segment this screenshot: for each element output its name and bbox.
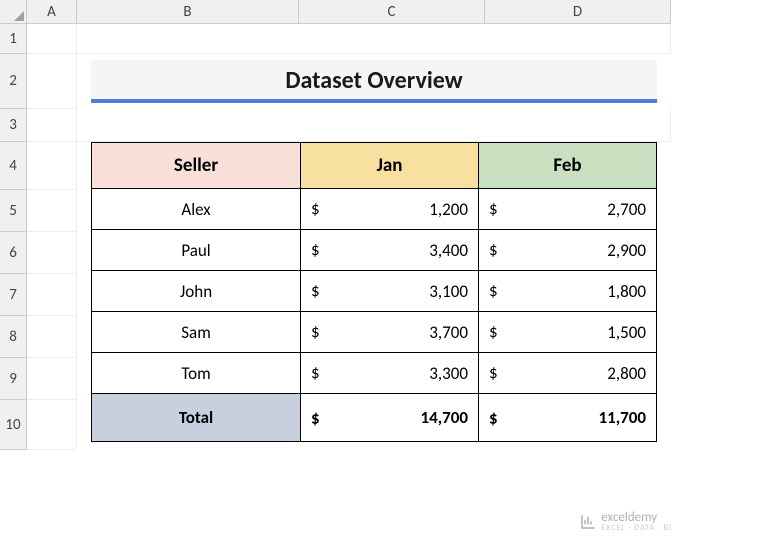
currency-symbol: $: [311, 322, 320, 343]
cell-value: 2,700: [607, 199, 646, 220]
row-head-4[interactable]: 4: [0, 142, 27, 190]
cell-total-feb[interactable]: $11,700: [479, 394, 657, 442]
table-row: Alex $1,200 $2,700: [92, 189, 657, 230]
cell-a5[interactable]: [27, 190, 77, 232]
cell-b3-d3[interactable]: [77, 109, 671, 142]
cell-seller[interactable]: John: [92, 271, 301, 312]
cell-feb[interactable]: $1,500: [479, 312, 657, 353]
table-total-row: Total $14,700 $11,700: [92, 394, 657, 442]
row-head-3[interactable]: 3: [0, 109, 27, 142]
currency-symbol: $: [311, 407, 320, 428]
col-head-b[interactable]: B: [77, 0, 299, 24]
cell-value: 3,300: [429, 363, 468, 384]
header-jan[interactable]: Jan: [301, 143, 479, 189]
data-table-container: Seller Jan Feb Alex $1,200 $2,700 Paul $…: [77, 142, 671, 450]
cell-value: 1,200: [429, 199, 468, 220]
currency-symbol: $: [489, 199, 498, 220]
currency-symbol: $: [489, 281, 498, 302]
table-row: John $3,100 $1,800: [92, 271, 657, 312]
cell-value: 2,800: [607, 363, 646, 384]
col-head-d[interactable]: D: [485, 0, 671, 24]
cell-seller[interactable]: Paul: [92, 230, 301, 271]
header-seller[interactable]: Seller: [92, 143, 301, 189]
cell-jan[interactable]: $3,700: [301, 312, 479, 353]
spreadsheet-grid: A B C D 1 2 Dataset Overview 3 4 5 6 7 8…: [0, 0, 767, 450]
cell-value: 2,900: [607, 240, 646, 261]
cell-value: 3,700: [429, 322, 468, 343]
cell-jan[interactable]: $3,300: [301, 353, 479, 394]
cell-a2[interactable]: [27, 54, 77, 109]
cell-jan[interactable]: $1,200: [301, 189, 479, 230]
currency-symbol: $: [311, 363, 320, 384]
table-header-row: Seller Jan Feb: [92, 143, 657, 189]
table-row: Sam $3,700 $1,500: [92, 312, 657, 353]
row-head-10[interactable]: 10: [0, 400, 27, 450]
cell-jan[interactable]: $3,100: [301, 271, 479, 312]
page-title: Dataset Overview: [91, 60, 657, 103]
cell-a10[interactable]: [27, 400, 77, 450]
select-all-corner[interactable]: [0, 0, 27, 24]
cell-value: 1,800: [607, 281, 646, 302]
watermark-sub: EXCEL · DATA · BI: [601, 523, 672, 533]
row-head-2[interactable]: 2: [0, 54, 27, 109]
chart-icon: [579, 513, 597, 531]
currency-symbol: $: [311, 281, 320, 302]
col-head-a[interactable]: A: [27, 0, 77, 24]
currency-symbol: $: [489, 363, 498, 384]
cell-a4[interactable]: [27, 142, 77, 190]
cell-jan[interactable]: $3,400: [301, 230, 479, 271]
cell-value: 11,700: [599, 407, 646, 428]
cell-feb[interactable]: $2,800: [479, 353, 657, 394]
cell-feb[interactable]: $2,700: [479, 189, 657, 230]
row-head-6[interactable]: 6: [0, 232, 27, 274]
cell-a1[interactable]: [27, 24, 77, 54]
cell-b1-d1[interactable]: [77, 24, 671, 54]
row-head-7[interactable]: 7: [0, 274, 27, 316]
col-head-c[interactable]: C: [299, 0, 485, 24]
watermark: exceldemy EXCEL · DATA · BI: [579, 510, 672, 533]
table-row: Tom $3,300 $2,800: [92, 353, 657, 394]
currency-symbol: $: [489, 322, 498, 343]
cell-seller[interactable]: Alex: [92, 189, 301, 230]
cell-value: 14,700: [421, 407, 468, 428]
cell-seller[interactable]: Sam: [92, 312, 301, 353]
currency-symbol: $: [311, 240, 320, 261]
title-container: Dataset Overview: [77, 54, 671, 109]
cell-value: 1,500: [607, 322, 646, 343]
cell-a6[interactable]: [27, 232, 77, 274]
cell-total-jan[interactable]: $14,700: [301, 394, 479, 442]
cell-a3[interactable]: [27, 109, 77, 142]
cell-a8[interactable]: [27, 316, 77, 358]
currency-symbol: $: [489, 407, 498, 428]
cell-a7[interactable]: [27, 274, 77, 316]
cell-value: 3,100: [429, 281, 468, 302]
cell-a9[interactable]: [27, 358, 77, 400]
header-feb[interactable]: Feb: [479, 143, 657, 189]
cell-value: 3,400: [429, 240, 468, 261]
data-table: Seller Jan Feb Alex $1,200 $2,700 Paul $…: [91, 142, 657, 442]
currency-symbol: $: [311, 199, 320, 220]
cell-feb[interactable]: $1,800: [479, 271, 657, 312]
cell-feb[interactable]: $2,900: [479, 230, 657, 271]
table-row: Paul $3,400 $2,900: [92, 230, 657, 271]
row-head-8[interactable]: 8: [0, 316, 27, 358]
currency-symbol: $: [489, 240, 498, 261]
row-head-5[interactable]: 5: [0, 190, 27, 232]
cell-total-label[interactable]: Total: [92, 394, 301, 442]
row-head-1[interactable]: 1: [0, 24, 27, 54]
cell-seller[interactable]: Tom: [92, 353, 301, 394]
row-head-9[interactable]: 9: [0, 358, 27, 400]
